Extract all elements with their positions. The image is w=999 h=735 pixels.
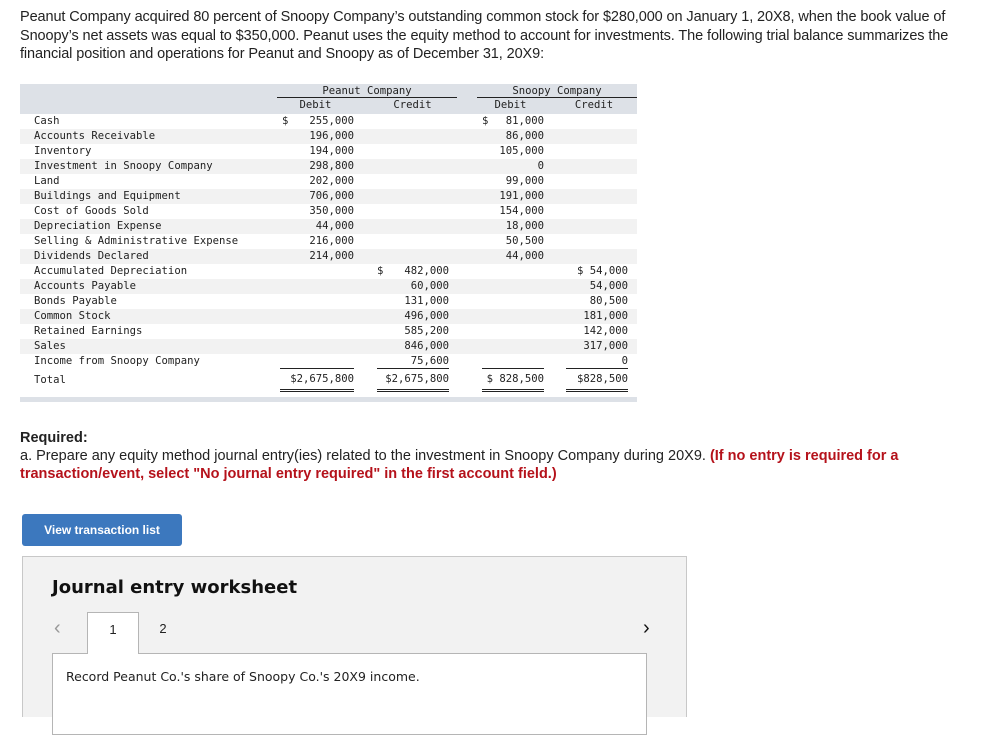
table-row: Sales 846,000 317,000 xyxy=(20,339,637,354)
trial-balance-table: Peanut Company Snoopy Company Debit Cred… xyxy=(20,84,637,402)
account-name: Selling & Administrative Expense xyxy=(34,235,239,247)
account-name: Dividends Declared xyxy=(34,250,149,262)
snoopy-credit: 54,000 xyxy=(589,280,628,292)
peanut-debit: 202,000 xyxy=(309,175,354,187)
dollar-sign: $ xyxy=(377,265,384,277)
table-row: Retained Earnings 585,200 142,000 xyxy=(20,324,637,339)
account-name: Income from Snoopy Company xyxy=(34,355,200,367)
table-row: Selling & Administrative Expense 216,000 5… xyxy=(20,234,637,249)
snoopy-debit: 105,000 xyxy=(499,145,544,157)
peanut-credit: 482,000 xyxy=(404,265,449,277)
peanut-credit: 496,000 xyxy=(404,310,449,322)
peanut-debit: 350,000 xyxy=(309,205,354,217)
peanut-debit: 255,000 xyxy=(309,115,354,127)
col-header-peanut-debit: Debit xyxy=(299,99,332,111)
table-row: Cash 255,000 81,000 $ $ xyxy=(20,114,637,129)
account-name: Cash xyxy=(34,115,60,127)
peanut-credit: 585,200 xyxy=(404,325,449,337)
worksheet-title: Journal entry worksheet xyxy=(52,577,298,598)
snoopy-credit: 0 xyxy=(621,355,628,367)
table-row: Investment in Snoopy Company 298,800 0 xyxy=(20,159,637,174)
table-row: Inventory 194,000 105,000 xyxy=(20,144,637,159)
account-name: Investment in Snoopy Company xyxy=(34,160,213,172)
table-row: Income from Snoopy Company 75,600 0 xyxy=(20,354,637,369)
total-peanut-debit: $2,675,800 xyxy=(280,369,354,392)
col-header-peanut-credit: Credit xyxy=(393,99,432,111)
snoopy-credit: 317,000 xyxy=(583,340,628,352)
table-row: Depreciation Expense 44,000 18,000 xyxy=(20,219,637,234)
snoopy-debit: 99,000 xyxy=(505,175,544,187)
total-row: Total $2,675,800 $2,675,800 $ 828,500 $8… xyxy=(20,369,637,392)
tab-2[interactable]: 2 xyxy=(138,612,188,654)
table-header: Peanut Company Snoopy Company Debit Cred… xyxy=(20,84,637,114)
table-row: Land 202,000 99,000 xyxy=(20,174,637,189)
required-label: Required: xyxy=(20,430,88,446)
worksheet-panel: Record Peanut Co.'s share of Snoopy Co.'… xyxy=(52,653,647,735)
entry-description: Record Peanut Co.'s share of Snoopy Co.'… xyxy=(66,669,420,684)
account-name: Buildings and Equipment xyxy=(34,190,181,202)
chevron-right-icon[interactable]: › xyxy=(643,617,650,640)
snoopy-credit: 181,000 xyxy=(583,310,628,322)
col-header-snoopy-debit: Debit xyxy=(494,99,527,111)
snoopy-debit: 0 xyxy=(537,160,544,172)
peanut-credit: 846,000 xyxy=(404,340,449,352)
total-label: Total xyxy=(34,374,66,386)
account-name: Accounts Receivable xyxy=(34,130,156,142)
snoopy-credit: 80,500 xyxy=(589,295,628,307)
account-name: Inventory xyxy=(34,145,92,157)
account-name: Sales xyxy=(34,340,66,352)
snoopy-debit: 86,000 xyxy=(505,130,544,142)
table-row: Bonds Payable 131,000 80,500 xyxy=(20,294,637,309)
peanut-debit: 214,000 xyxy=(309,250,354,262)
peanut-debit: 298,800 xyxy=(309,160,354,172)
peanut-credit: 131,000 xyxy=(404,295,449,307)
table-row: Accounts Payable 60,000 54,000 xyxy=(20,279,637,294)
peanut-credit: 60,000 xyxy=(410,280,449,292)
journal-entry-worksheet: Journal entry worksheet ‹ 1 2 › Record P… xyxy=(22,556,687,735)
account-name: Retained Earnings xyxy=(34,325,143,337)
group-header-snoopy: Snoopy Company xyxy=(477,85,637,98)
account-name: Common Stock xyxy=(34,310,111,322)
table-row: Dividends Declared 214,000 44,000 xyxy=(20,249,637,264)
peanut-debit: 196,000 xyxy=(309,130,354,142)
peanut-credit: 75,600 xyxy=(410,355,449,367)
view-transaction-list-button[interactable]: View transaction list xyxy=(22,514,182,546)
total-snoopy-credit: $828,500 xyxy=(566,369,628,392)
snoopy-debit: 44,000 xyxy=(505,250,544,262)
snoopy-debit: 50,500 xyxy=(505,235,544,247)
table-row: Accumulated Depreciation 482,000 $ 54,000 $ xyxy=(20,264,637,279)
account-name: Accounts Payable xyxy=(34,280,137,292)
chevron-left-icon[interactable]: ‹ xyxy=(54,617,61,640)
dollar-sign: $ xyxy=(482,115,489,127)
account-name: Bonds Payable xyxy=(34,295,117,307)
peanut-debit: 194,000 xyxy=(309,145,354,157)
table-row: Buildings and Equipment 706,000 191,000 xyxy=(20,189,637,204)
account-name: Land xyxy=(34,175,60,187)
problem-intro: Peanut Company acquired 80 percent of Sn… xyxy=(20,9,949,62)
snoopy-debit: 154,000 xyxy=(499,205,544,217)
group-header-peanut: Peanut Company xyxy=(277,85,457,98)
table-body: Cash 255,000 81,000 $ $ Accounts Receivable 19… xyxy=(20,114,637,369)
table-row: Cost of Goods Sold 350,000 154,000 xyxy=(20,204,637,219)
account-name: Accumulated Depreciation xyxy=(34,265,188,277)
snoopy-credit: 142,000 xyxy=(583,325,628,337)
table-footer-bar xyxy=(20,397,637,402)
peanut-debit: 216,000 xyxy=(309,235,354,247)
table-row: Common Stock 496,000 181,000 xyxy=(20,309,637,324)
peanut-debit: 44,000 xyxy=(315,220,354,232)
tab-1[interactable]: 1 xyxy=(87,612,139,654)
account-name: Cost of Goods Sold xyxy=(34,205,149,217)
peanut-debit: 706,000 xyxy=(309,190,354,202)
snoopy-credit: $ 54,000 xyxy=(576,265,628,277)
dollar-sign: $ xyxy=(282,115,289,127)
total-peanut-credit: $2,675,800 xyxy=(377,369,449,392)
required-text: a. Prepare any equity method journal ent… xyxy=(20,448,706,464)
snoopy-debit: 18,000 xyxy=(505,220,544,232)
table-row: Accounts Receivable 196,000 86,000 xyxy=(20,129,637,144)
required-section: Required: a. Prepare any equity method j… xyxy=(20,429,980,483)
col-header-snoopy-credit: Credit xyxy=(574,99,614,111)
account-name: Depreciation Expense xyxy=(34,220,162,232)
snoopy-debit: 191,000 xyxy=(499,190,544,202)
total-snoopy-debit: $ 828,500 xyxy=(482,369,544,392)
